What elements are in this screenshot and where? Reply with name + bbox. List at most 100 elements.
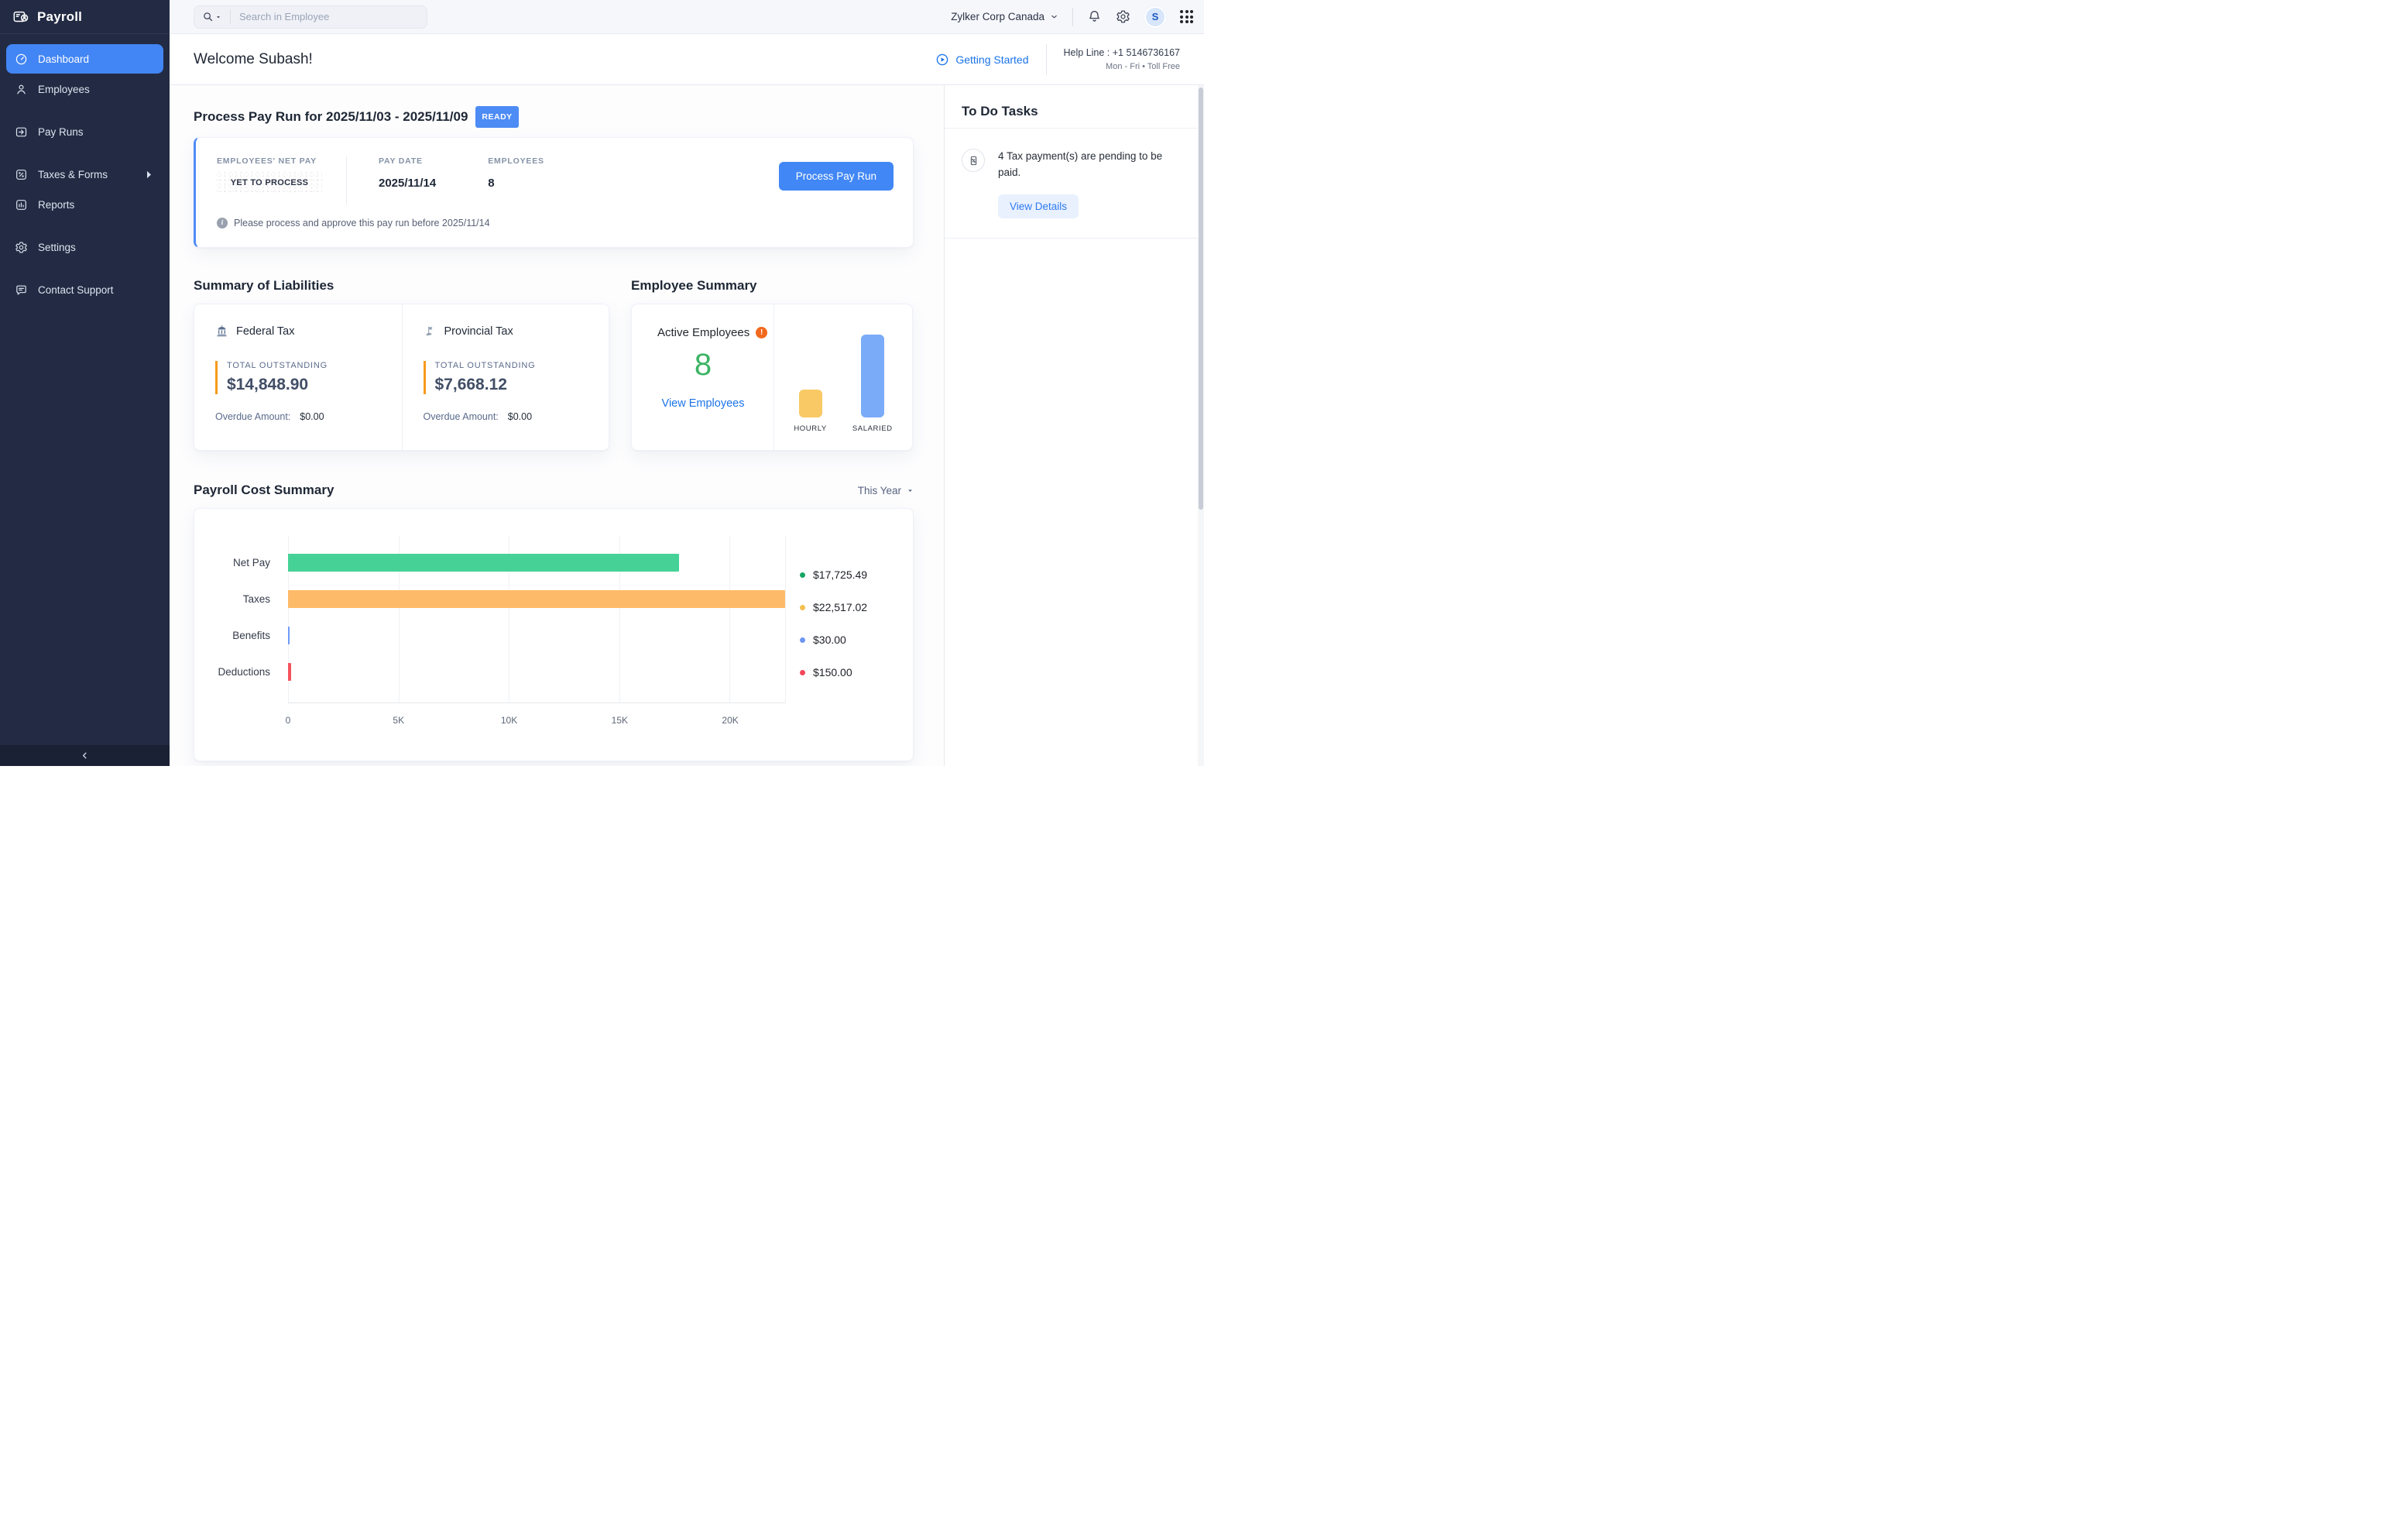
- org-name: Zylker Corp Canada: [951, 11, 1044, 22]
- legend-value: $22,517.02: [813, 601, 867, 613]
- search-icon[interactable]: [202, 11, 221, 22]
- divider: [1046, 44, 1047, 75]
- notifications-bell-icon[interactable]: [1087, 9, 1102, 24]
- content-row: Process Pay Run for 2025/11/03 - 2025/11…: [170, 85, 1204, 766]
- total-outstanding-amount: $14,848.90: [227, 376, 386, 394]
- liabilities-title: Summary of Liabilities: [194, 277, 609, 294]
- overdue-amount: $0.00: [300, 411, 324, 422]
- divider: [230, 10, 231, 24]
- payrun-note-text: Please process and approve this pay run …: [234, 218, 490, 228]
- sidebar-item-label: Contact Support: [38, 284, 114, 296]
- x-axis-ticks: 0 5K 10K 15K 20K: [288, 715, 786, 727]
- employee-type-chart: HOURLY SALARIED: [774, 304, 912, 450]
- sidebar-item-contact-support[interactable]: Contact Support: [6, 275, 163, 304]
- legend-value: $17,725.49: [813, 568, 867, 581]
- org-switcher[interactable]: Zylker Corp Canada: [951, 11, 1058, 22]
- overdue-label: Overdue Amount:: [215, 411, 290, 422]
- settings-gear-icon[interactable]: [1116, 9, 1130, 24]
- caret-down-icon: [215, 14, 221, 20]
- scrollbar-thumb[interactable]: [1199, 88, 1203, 510]
- chevron-down-icon: [1050, 12, 1058, 21]
- sidebar-item-label: Reports: [38, 199, 74, 211]
- bar-row-deductions: Deductions: [288, 654, 785, 690]
- caret-down-icon: [907, 487, 914, 494]
- bar-row-benefits: Benefits: [288, 617, 785, 654]
- sidebar: Payroll Dashboard Employees Pay Runs: [0, 0, 170, 766]
- sidebar-collapse-button[interactable]: [0, 745, 170, 766]
- app-title: Payroll: [37, 9, 82, 25]
- benefits-bar[interactable]: [288, 627, 290, 644]
- category-label: Net Pay: [233, 557, 270, 568]
- sidebar-item-pay-runs[interactable]: Pay Runs: [6, 117, 163, 146]
- employee-summary-title: Employee Summary: [631, 277, 913, 294]
- page-scrollbar[interactable]: [1198, 85, 1204, 766]
- stat-label: PAY DATE: [379, 156, 436, 166]
- salaried-bar-group: SALARIED: [852, 335, 893, 433]
- view-details-button[interactable]: View Details: [998, 194, 1079, 218]
- payroll-cost-section: Payroll Cost Summary This Year: [194, 482, 944, 761]
- sidebar-item-taxes-forms[interactable]: Taxes & Forms: [6, 160, 163, 189]
- pay-runs-icon: [15, 125, 28, 139]
- app-logo-row: Payroll: [0, 0, 170, 34]
- bar-row-net-pay: Net Pay: [288, 544, 785, 581]
- payrun-section: Process Pay Run for 2025/11/03 - 2025/11…: [194, 106, 944, 248]
- search-input[interactable]: [239, 11, 394, 22]
- category-label: Benefits: [232, 630, 270, 641]
- payroll-dashboard-page: Payroll Dashboard Employees Pay Runs: [0, 0, 1204, 766]
- salaried-label: SALARIED: [852, 424, 893, 433]
- stat-value: 2025/11/14: [379, 177, 436, 190]
- range-selector-value: This Year: [858, 485, 901, 496]
- payrun-card: EMPLOYEES' NET PAY YET TO PROCESS PAY DA…: [194, 137, 914, 248]
- tick-label: 0: [286, 715, 291, 726]
- apps-grid-icon[interactable]: [1180, 10, 1193, 23]
- hourly-label: HOURLY: [794, 424, 827, 433]
- legend-value: $30.00: [813, 634, 846, 646]
- sidebar-item-settings[interactable]: Settings: [6, 232, 163, 262]
- welcome-header: Welcome Subash! Getting Started Help Lin…: [170, 34, 1204, 85]
- liabilities-card: Federal Tax TOTAL OUTSTANDING $14,848.90…: [194, 304, 609, 451]
- getting-started-link[interactable]: Getting Started: [935, 53, 1028, 67]
- taxes-bar[interactable]: [288, 590, 785, 608]
- liability-name: Federal Tax: [236, 325, 295, 338]
- user-avatar[interactable]: S: [1144, 6, 1166, 28]
- active-employees-count: 8: [632, 348, 774, 383]
- stat-label: EMPLOYEES' NET PAY: [217, 156, 326, 166]
- sidebar-item-employees[interactable]: Employees: [6, 74, 163, 104]
- info-icon: i: [217, 218, 228, 228]
- payroll-cost-chart: Net Pay Taxes Benefits: [194, 508, 914, 761]
- todo-title: To Do Tasks: [962, 104, 1187, 119]
- payroll-cost-title: Payroll Cost Summary: [194, 482, 334, 499]
- divider: [1072, 8, 1073, 26]
- tax-document-icon: [962, 149, 985, 172]
- chevron-left-icon: [80, 751, 90, 761]
- payrun-title-row: Process Pay Run for 2025/11/03 - 2025/11…: [194, 106, 944, 128]
- federal-tax-block: Federal Tax TOTAL OUTSTANDING $14,848.90…: [194, 304, 402, 450]
- range-selector-dropdown[interactable]: This Year: [858, 485, 914, 496]
- overdue-amount: $0.00: [508, 411, 532, 422]
- sidebar-nav: Dashboard Employees Pay Runs Taxes & For…: [0, 34, 170, 304]
- chart-plot-area: Net Pay Taxes Benefits: [288, 536, 786, 703]
- dashboard-content: Process Pay Run for 2025/11/03 - 2025/11…: [170, 85, 944, 766]
- main-column: Zylker Corp Canada S Welcome Subash!: [170, 0, 1204, 766]
- legend-dot: [800, 637, 805, 643]
- net-pay-bar[interactable]: [288, 554, 679, 572]
- contact-support-icon: [15, 283, 28, 297]
- global-search[interactable]: [194, 5, 427, 29]
- process-pay-run-button[interactable]: Process Pay Run: [779, 162, 894, 191]
- settings-icon: [15, 241, 28, 254]
- getting-started-label: Getting Started: [955, 53, 1028, 66]
- topbar-right: Zylker Corp Canada S: [951, 6, 1193, 28]
- legend-item-net-pay: $17,725.49: [800, 558, 867, 591]
- warning-badge-icon[interactable]: !: [756, 327, 767, 338]
- legend-dot: [800, 605, 805, 610]
- legend-item-taxes: $22,517.02: [800, 591, 867, 623]
- salaried-bar: [861, 335, 884, 417]
- sidebar-item-reports[interactable]: Reports: [6, 190, 163, 219]
- liabilities-section: Summary of Liabilities Federal Tax: [194, 277, 609, 451]
- sidebar-item-dashboard[interactable]: Dashboard: [6, 44, 163, 74]
- hourly-bar: [799, 390, 822, 417]
- view-employees-link[interactable]: View Employees: [632, 397, 774, 410]
- topbar: Zylker Corp Canada S: [170, 0, 1204, 34]
- deductions-bar[interactable]: [288, 663, 291, 681]
- sidebar-item-label: Dashboard: [38, 53, 89, 65]
